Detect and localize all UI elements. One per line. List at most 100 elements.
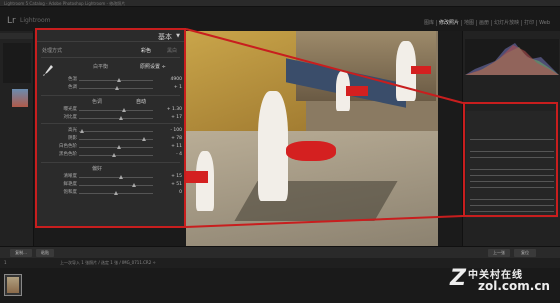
previous-button[interactable]: 上一张: [488, 249, 510, 257]
histogram: [465, 39, 559, 75]
slider-knob[interactable]: [114, 86, 119, 90]
wb-select[interactable]: 原照设置 ÷: [140, 63, 166, 70]
slider-row[interactable]: 曝光度 + 1.30: [41, 106, 182, 114]
slider-knob[interactable]: [122, 108, 127, 112]
watermark-mark: Z: [450, 266, 466, 291]
module-print[interactable]: 打印: [522, 20, 538, 26]
slider-label: 黑色色阶: [59, 152, 77, 157]
filmstrip-info[interactable]: 上一次导入 1 张照片 / 选定 1 张 / IMG_0711.CR2 ÷: [60, 260, 156, 266]
basic-panel-title: 基本: [158, 33, 172, 41]
photo-flag-far: [411, 66, 431, 74]
slider-knob[interactable]: [118, 116, 123, 120]
slider-value[interactable]: + 1: [158, 84, 182, 92]
slider-track[interactable]: [79, 118, 153, 119]
navigator-preview[interactable]: [3, 43, 31, 83]
watermark: Z 中关村在线 zol.com.cn: [450, 264, 556, 298]
basic-panel-callout: 基本 ▼ 处理方式 彩色 黑白 白平衡 原照设置 ÷ 色温 4900 色调 + 1 色…: [35, 28, 186, 228]
slider-row[interactable]: 色温 4900: [41, 76, 182, 84]
tone-auto-button[interactable]: 自动: [136, 98, 146, 105]
slider-value[interactable]: + 78: [158, 135, 182, 143]
slider-value[interactable]: + 1.30: [158, 106, 182, 114]
slider-label: 曝光度: [63, 107, 78, 112]
watermark-url: zol.com.cn: [478, 279, 550, 293]
paste-button[interactable]: 粘贴: [36, 249, 54, 257]
slider-track[interactable]: [79, 110, 153, 111]
photo-flag-left: [186, 171, 208, 183]
slider-label: 高光: [68, 128, 77, 133]
slider-value[interactable]: - 4: [158, 151, 182, 159]
slider-label: 白色色阶: [59, 144, 77, 149]
slider-track[interactable]: [79, 147, 153, 148]
copy-button[interactable]: 复制...: [10, 249, 32, 257]
slider-row[interactable]: 饱和度 0: [41, 189, 182, 197]
reset-button[interactable]: 复位: [514, 249, 536, 257]
navigator-header[interactable]: [0, 33, 33, 39]
slider-track[interactable]: [79, 80, 153, 81]
slider-value[interactable]: 4900: [158, 76, 182, 84]
slider-row[interactable]: 色调 + 1: [41, 84, 182, 92]
slider-knob[interactable]: [80, 129, 85, 133]
slider-label: 清晰度: [63, 174, 78, 179]
slider-value[interactable]: + 11: [158, 143, 182, 151]
slider-value[interactable]: + 15: [158, 173, 182, 181]
main-photo[interactable]: [186, 31, 438, 246]
module-web[interactable]: Web: [537, 20, 552, 26]
slider-knob[interactable]: [118, 175, 123, 179]
basic-panel-header[interactable]: 基本 ▼: [37, 30, 184, 42]
filmstrip-page[interactable]: 1: [4, 260, 7, 265]
slider-knob[interactable]: [117, 145, 122, 149]
slider-row[interactable]: 对比度 + 17: [41, 114, 182, 122]
treatment-color-button[interactable]: 彩色: [141, 47, 151, 54]
photo-dancer-main: [258, 91, 288, 201]
treatment-bw-button[interactable]: 黑白: [167, 47, 177, 54]
slider-label: 鲜艳度: [63, 182, 78, 187]
triangle-down-icon[interactable]: ▼: [176, 33, 180, 39]
left-panel: [0, 31, 34, 246]
slider-row[interactable]: 白色色阶 + 11: [41, 143, 182, 151]
slider-track[interactable]: [79, 131, 153, 132]
treatment-label: 处理方式: [42, 48, 63, 54]
toolbar-bottom: 复制... 粘贴 上一张 复位: [0, 246, 560, 258]
slider-track[interactable]: [79, 177, 153, 178]
slider-row[interactable]: 清晰度 + 15: [41, 173, 182, 181]
slider-label: 对比度: [63, 115, 78, 120]
wb-label: 白平衡: [93, 64, 109, 70]
slider-row[interactable]: 阴影 + 78: [41, 135, 182, 143]
divider: [41, 95, 180, 96]
highlight-box: [463, 102, 558, 217]
filmstrip-thumbnail[interactable]: [4, 274, 22, 296]
module-slideshow[interactable]: 幻灯片放映: [492, 20, 523, 26]
photo-building: [186, 31, 306, 141]
window-title: Lightroom 5 Catalog - Adobe Photoshop Li…: [4, 1, 126, 6]
photo-flag-mid: [346, 86, 368, 96]
slider-value[interactable]: 0: [158, 189, 182, 197]
slider-value[interactable]: + 17: [158, 114, 182, 122]
photo-flag-main: [286, 141, 336, 161]
module-map[interactable]: 地图: [462, 20, 478, 26]
slider-label: 饱和度: [63, 190, 78, 195]
slider-knob[interactable]: [141, 137, 146, 141]
slider-knob[interactable]: [117, 78, 122, 82]
slider-knob[interactable]: [132, 183, 136, 187]
divider: [41, 123, 180, 124]
slider-value[interactable]: + 51: [158, 181, 182, 189]
slider-row[interactable]: 黑色色阶 - 4: [41, 151, 182, 159]
tone-label: 色调: [92, 99, 103, 105]
slider-label: 色温: [68, 77, 77, 82]
divider: [41, 162, 180, 163]
slider-knob[interactable]: [112, 153, 117, 157]
slider-value[interactable]: - 100: [158, 127, 182, 135]
slider-knob[interactable]: [113, 191, 118, 195]
app-logo-sub: Lightroom: [20, 17, 51, 24]
navigator-thumbnail: [12, 89, 28, 107]
slider-label: 色调: [68, 85, 77, 90]
module-library[interactable]: 图库: [422, 20, 438, 26]
window-titlebar: Lightroom 5 Catalog - Adobe Photoshop Li…: [0, 0, 560, 7]
divider: [41, 57, 180, 58]
slider-row[interactable]: 高光 - 100: [41, 127, 182, 135]
module-develop[interactable]: 修改照片: [437, 20, 463, 26]
slider-row[interactable]: 鲜艳度 + 51: [41, 181, 182, 189]
presence-label: 偏好: [92, 166, 103, 172]
slider-track[interactable]: [79, 185, 153, 186]
module-book[interactable]: 画册: [477, 20, 493, 26]
